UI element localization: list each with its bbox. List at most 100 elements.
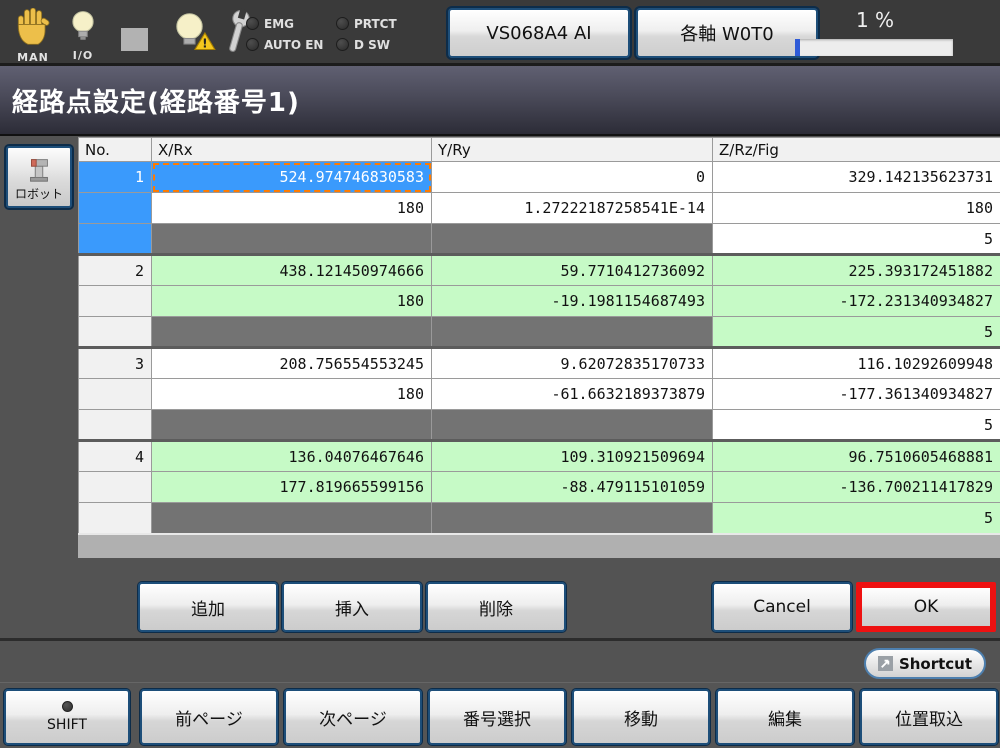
cell-y-g4-r2[interactable] xyxy=(432,503,713,534)
table-row: 5 xyxy=(79,224,1000,255)
shift-button[interactable]: SHIFT xyxy=(4,689,130,745)
speed-progress-bar xyxy=(795,39,953,56)
table-row: 1524.9747468305830329.142135623731 xyxy=(79,162,1000,193)
cell-y-g2-r1[interactable]: -19.1981154687493 xyxy=(432,286,713,317)
next-page-button[interactable]: 次ページ xyxy=(284,689,422,745)
row-number-cell[interactable] xyxy=(79,410,152,441)
hand-icon xyxy=(15,8,51,46)
robot-type-button[interactable]: VS068A4 AI xyxy=(448,8,630,58)
cell-x-g1-r0[interactable]: 524.974746830583 xyxy=(152,162,432,193)
led-label: PRTCT xyxy=(354,17,397,31)
table-row: 4136.04076467646109.31092150969496.75106… xyxy=(79,441,1000,472)
position-capture-button[interactable]: 位置取込 xyxy=(860,689,998,745)
ok-button[interactable]: OK xyxy=(856,582,996,632)
led-label: AUTO EN xyxy=(264,38,323,52)
cell-z-g2-r1[interactable]: -172.231340934827 xyxy=(713,286,1000,317)
cell-y-g1-r1[interactable]: 1.27222187258541E-14 xyxy=(432,193,713,224)
cell-z-g2-r2[interactable]: 5 xyxy=(713,317,1000,348)
cancel-button[interactable]: Cancel xyxy=(712,582,852,632)
cell-z-g3-r0[interactable]: 116.10292609948 xyxy=(713,348,1000,379)
cell-z-g1-r1[interactable]: 180 xyxy=(713,193,1000,224)
table-row: 177.819665599156-88.479115101059-136.700… xyxy=(79,472,1000,503)
number-select-button[interactable]: 番号選択 xyxy=(428,689,566,745)
row-number-cell[interactable] xyxy=(79,503,152,534)
led-dot-icon xyxy=(336,38,349,51)
row-number-cell[interactable] xyxy=(79,317,152,348)
path-point-table: No. X/Rx Y/Ry Z/Rz/Fig 1524.974746830583… xyxy=(78,137,1000,558)
led-dot-icon xyxy=(336,17,349,30)
cell-x-g2-r0[interactable]: 438.121450974666 xyxy=(152,255,432,286)
prev-page-button[interactable]: 前ページ xyxy=(140,689,278,745)
cell-x-g3-r2[interactable] xyxy=(152,410,432,441)
table-row: 1801.27222187258541E-14180 xyxy=(79,193,1000,224)
led-prtct: PRTCT xyxy=(336,17,448,31)
table-row: 5 xyxy=(79,410,1000,441)
mode-button[interactable]: 各軸 W0T0 xyxy=(636,8,818,58)
shortcut-button[interactable]: Shortcut xyxy=(864,648,986,679)
cell-y-g3-r0[interactable]: 9.62072835170733 xyxy=(432,348,713,379)
cell-z-g1-r2[interactable]: 5 xyxy=(713,224,1000,255)
cell-y-g4-r1[interactable]: -88.479115101059 xyxy=(432,472,713,503)
cell-x-g4-r1[interactable]: 177.819665599156 xyxy=(152,472,432,503)
table-row: 2438.12145097466659.7710412736092225.393… xyxy=(79,255,1000,286)
table-header-row: No. X/Rx Y/Ry Z/Rz/Fig xyxy=(79,138,1000,162)
cell-x-g2-r2[interactable] xyxy=(152,317,432,348)
cell-z-g4-r0[interactable]: 96.7510605468881 xyxy=(713,441,1000,472)
cell-y-g3-r2[interactable] xyxy=(432,410,713,441)
top-status-bar: MAN I/O ! EMGP xyxy=(0,0,1000,66)
led-auto-en: AUTO EN xyxy=(246,38,336,52)
speed-progress-fill xyxy=(795,39,800,56)
square-icon xyxy=(121,28,148,51)
cell-z-g3-r1[interactable]: -177.361340934827 xyxy=(713,379,1000,410)
empty-cell xyxy=(432,534,713,558)
cell-y-g1-r2[interactable] xyxy=(432,224,713,255)
robot-sidebar-button[interactable]: ロボット xyxy=(6,146,72,208)
cell-z-g4-r1[interactable]: -136.700211417829 xyxy=(713,472,1000,503)
cell-x-g4-r2[interactable] xyxy=(152,503,432,534)
cell-y-g4-r0[interactable]: 109.310921509694 xyxy=(432,441,713,472)
led-emg: EMG xyxy=(246,17,336,31)
cell-x-g3-r1[interactable]: 180 xyxy=(152,379,432,410)
row-number-cell[interactable]: 2 xyxy=(79,255,152,286)
bulb-icon xyxy=(70,10,96,44)
add-button[interactable]: 追加 xyxy=(138,582,278,632)
cell-x-g4-r0[interactable]: 136.04076467646 xyxy=(152,441,432,472)
cell-y-g1-r0[interactable]: 0 xyxy=(432,162,713,193)
row-number-cell[interactable] xyxy=(79,286,152,317)
cell-z-g1-r0[interactable]: 329.142135623731 xyxy=(713,162,1000,193)
insert-button[interactable]: 挿入 xyxy=(282,582,422,632)
led-d-sw: D SW xyxy=(336,38,448,52)
move-button[interactable]: 移動 xyxy=(572,689,710,745)
cell-x-g2-r1[interactable]: 180 xyxy=(152,286,432,317)
col-header-y: Y/Ry xyxy=(432,138,713,162)
bulb-warning-icon: ! xyxy=(173,12,217,54)
warning-lamp-indicator: ! xyxy=(172,12,218,58)
edit-button[interactable]: 編集 xyxy=(716,689,854,745)
row-number-cell[interactable] xyxy=(79,379,152,410)
table-row: 5 xyxy=(79,503,1000,534)
cell-x-g3-r0[interactable]: 208.756554553245 xyxy=(152,348,432,379)
cell-z-g3-r2[interactable]: 5 xyxy=(713,410,1000,441)
cell-x-g1-r1[interactable]: 180 xyxy=(152,193,432,224)
row-number-cell[interactable]: 1 xyxy=(79,162,152,193)
manual-mode-indicator: MAN xyxy=(14,8,52,64)
row-number-cell[interactable]: 3 xyxy=(79,348,152,379)
cell-x-g1-r2[interactable] xyxy=(152,224,432,255)
row-number-cell[interactable] xyxy=(79,472,152,503)
col-header-z: Z/Rz/Fig xyxy=(713,138,1000,162)
shortcut-arrow-icon xyxy=(878,656,893,671)
cell-y-g3-r1[interactable]: -61.6632189373879 xyxy=(432,379,713,410)
row-number-cell[interactable] xyxy=(79,224,152,255)
cell-z-g4-r2[interactable]: 5 xyxy=(713,503,1000,534)
shortcut-label: Shortcut xyxy=(899,655,972,673)
delete-button[interactable]: 削除 xyxy=(426,582,566,632)
cell-z-g2-r0[interactable]: 225.393172451882 xyxy=(713,255,1000,286)
row-number-cell[interactable] xyxy=(79,193,152,224)
table-row: 180-61.6632189373879-177.361340934827 xyxy=(79,379,1000,410)
col-header-x: X/Rx xyxy=(152,138,432,162)
row-number-cell[interactable]: 4 xyxy=(79,441,152,472)
cell-y-g2-r0[interactable]: 59.7710412736092 xyxy=(432,255,713,286)
shift-label: SHIFT xyxy=(47,717,87,733)
robot-sidebar-label: ロボット xyxy=(8,185,70,202)
cell-y-g2-r2[interactable] xyxy=(432,317,713,348)
